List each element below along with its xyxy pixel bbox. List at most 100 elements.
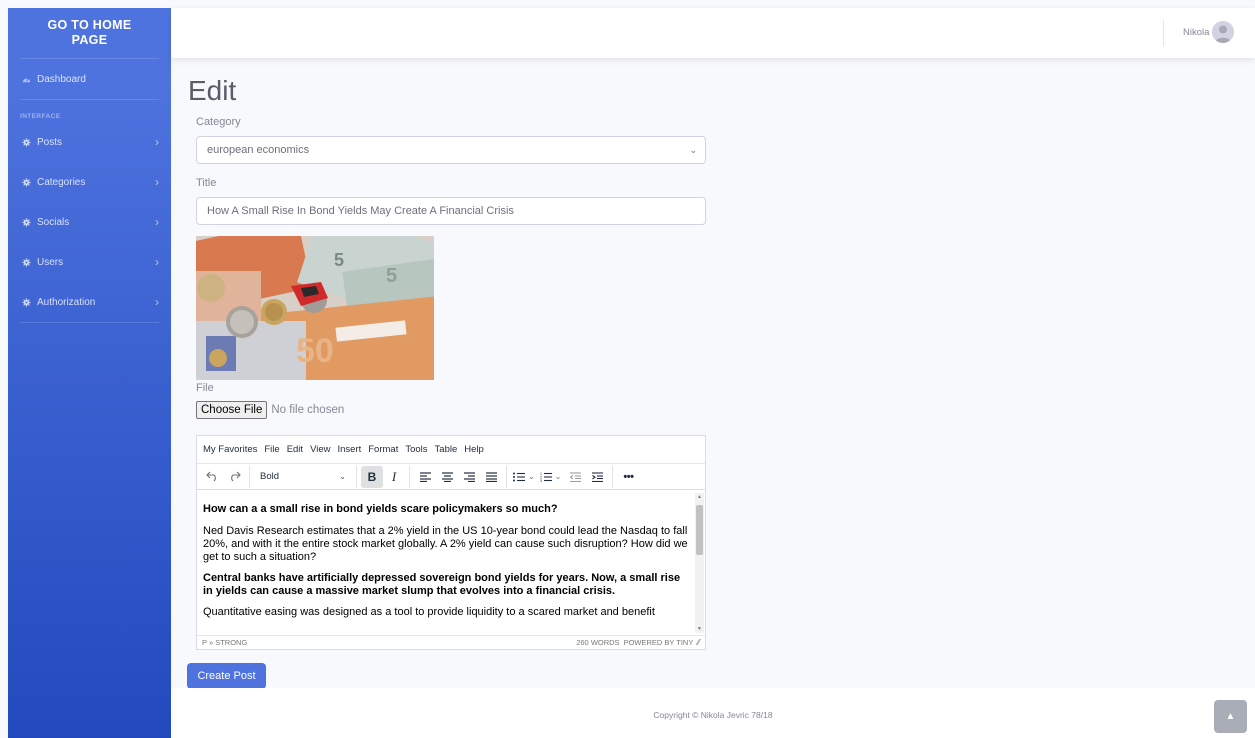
sidebar-item-label: Socials [37,216,70,228]
bold-button[interactable]: B [361,465,383,488]
brand-text: GO TO HOME PAGE [47,18,132,47]
choose-file-button[interactable]: Choose File [196,401,268,419]
user-name[interactable]: Nikola [1183,27,1209,38]
title-input-value: How A Small Rise In Bond Yields May Crea… [207,205,514,217]
align-justify-button[interactable] [480,466,502,488]
cog-icon [22,297,31,307]
sidebar-item-label: Authorization [37,296,96,308]
dashboard-icon [22,75,31,84]
align-right-button[interactable] [458,466,480,488]
align-center-button[interactable] [436,466,458,488]
category-label: Category [196,116,241,128]
menu-edit[interactable]: Edit [287,444,303,455]
menu-help[interactable]: Help [464,444,484,455]
word-count[interactable]: 260 WORDS [576,638,619,647]
redo-button[interactable] [223,466,245,488]
bullet-list-button[interactable] [511,466,527,488]
sidebar-item-posts[interactable]: Posts › [8,122,171,162]
resize-handle-icon[interactable]: ⁄⁄ [697,638,700,647]
align-left-icon [419,471,431,482]
copyright-text: Copyright © Nikola Jevric 78/18 [653,710,773,720]
menu-table[interactable]: Table [435,444,458,455]
create-post-button[interactable]: Create Post [187,663,266,689]
sidebar-heading: INTERFACE [20,113,61,120]
content-paragraph: Quantitative easing was designed as a to… [203,606,655,618]
avatar[interactable] [1212,21,1234,43]
menu-view[interactable]: View [310,444,330,455]
undo-icon [205,471,216,482]
more-options-button[interactable]: ••• [617,466,639,488]
editor-scrollbar[interactable]: ▲ ▼ [695,493,704,633]
file-input[interactable]: Choose File No file chosen [196,401,344,419]
category-select[interactable]: european economics ⌄ [196,136,706,164]
chevron-right-icon: › [155,175,159,189]
undo-button[interactable] [201,466,223,488]
block-format-select[interactable]: Bold ⌄ [254,466,352,488]
powered-by-link[interactable]: POWERED BY TINY [624,638,694,647]
page-title: Edit [188,75,237,106]
scroll-down-arrow-icon[interactable]: ▼ [696,626,703,632]
toolbar-divider [409,465,410,488]
rich-text-editor: My Favorites File Edit View Insert Forma… [196,435,706,650]
sidebar-item-dashboard[interactable]: Dashboard [8,59,171,99]
indent-button[interactable] [586,466,608,488]
toolbar-divider [506,465,507,488]
scrollbar-thumb[interactable] [696,505,703,555]
menu-insert[interactable]: Insert [337,444,361,455]
menu-file[interactable]: File [264,444,279,455]
svg-text:3: 3 [540,478,542,481]
sidebar-item-label: Categories [37,176,86,188]
topbar-divider [1163,20,1164,46]
title-input[interactable]: How A Small Rise In Bond Yields May Crea… [196,197,706,225]
align-right-icon [463,471,475,482]
chevron-down-icon[interactable]: ⌄ [555,472,562,481]
indent-icon [591,471,603,482]
scroll-up-arrow-icon[interactable]: ▲ [696,494,703,500]
bullet-list-icon [513,472,525,481]
footer: Copyright © Nikola Jevric 78/18 [171,688,1255,738]
sidebar-item-categories[interactable]: Categories › [8,162,171,202]
scroll-to-top-button[interactable]: ▲ [1214,700,1247,733]
menu-my-favorites[interactable]: My Favorites [203,444,257,455]
topbar: Nikola [171,8,1255,58]
italic-icon: I [391,468,397,484]
menu-format[interactable]: Format [368,444,398,455]
sidebar: GO TO HOME PAGE Dashboard INTERFACE Post… [8,8,171,738]
sidebar-item-authorization[interactable]: Authorization › [8,282,171,322]
more-icon: ••• [623,470,634,483]
file-status: No file chosen [271,404,345,416]
content-paragraph-bold: Central banks have artificially depresse… [203,572,681,597]
editor-content-area[interactable]: How can a a small rise in bond yields sc… [197,491,695,635]
cog-icon [22,217,31,227]
outdent-icon [569,471,581,482]
cog-icon [22,137,31,147]
chevron-down-icon[interactable]: ⌄ [528,472,535,481]
user-avatar-icon [1212,21,1234,43]
bold-icon: B [367,469,377,484]
editor-toolbar: Bold ⌄ B I ⌄ 123 ⌄ ••• [197,464,705,490]
italic-button[interactable]: I [383,466,405,488]
redo-icon [230,471,241,482]
post-image: 50 5 5 [196,236,434,380]
chevron-down-icon: ⌄ [689,145,697,155]
align-left-button[interactable] [414,466,436,488]
block-format-value: Bold [260,471,280,482]
menu-tools[interactable]: Tools [405,444,427,455]
numbered-list-button[interactable]: 123 [538,466,554,488]
home-link[interactable]: GO TO HOME PAGE [8,8,171,58]
editor-statusbar: P » STRONG 260 WORDS POWERED BY TINY ⁄⁄ [197,635,705,649]
align-justify-icon [485,471,497,482]
numbered-list-icon: 123 [540,472,552,482]
element-path[interactable]: P » STRONG [202,638,576,647]
title-label: Title [196,177,217,189]
content-heading: How can a a small rise in bond yields sc… [203,503,558,515]
file-label: File [196,382,214,394]
toolbar-divider [612,465,614,488]
outdent-button[interactable] [564,466,586,488]
chevron-down-icon: ⌄ [339,472,346,481]
sidebar-item-socials[interactable]: Socials › [8,202,171,242]
chevron-right-icon: › [155,215,159,229]
sidebar-item-users[interactable]: Users › [8,242,171,282]
editor-menubar: My Favorites File Edit View Insert Forma… [197,436,705,464]
content-paragraph: Ned Davis Research estimates that a 2% y… [203,525,688,563]
